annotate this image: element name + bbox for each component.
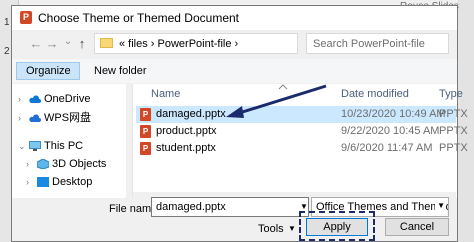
cube-icon (37, 159, 49, 169)
column-header-name[interactable]: Name (151, 88, 180, 100)
column-header-type[interactable]: Type (439, 88, 463, 100)
back-arrow-icon[interactable]: ← (28, 36, 44, 52)
tools-dropdown-icon[interactable]: ▼ (288, 222, 296, 236)
file-list: Name Date modified Type P damaged.pptx 1… (132, 84, 468, 198)
search-placeholder: Search PowerPoint-file (313, 38, 425, 50)
file-name-input[interactable]: damaged.pptx (151, 197, 309, 217)
cancel-button[interactable]: Cancel (385, 218, 449, 236)
cloud-icon (29, 95, 41, 103)
tools-button[interactable]: Tools (258, 222, 284, 236)
file-date: 9/22/2020 10:45 AM (341, 125, 440, 137)
sidebar-item-label: This PC (44, 140, 84, 152)
navigation-scrollbar[interactable] (126, 84, 130, 198)
sidebar-item-onedrive[interactable]: › OneDrive (12, 90, 130, 108)
row-number: 2 (4, 46, 10, 57)
file-date: 9/6/2020 11:47 AM (341, 142, 433, 154)
file-name: product.pptx (156, 125, 217, 137)
chevron-right-icon[interactable]: › (18, 109, 21, 127)
annotation-arrow-icon (226, 84, 327, 118)
apply-button[interactable]: Apply (306, 218, 368, 236)
pptx-file-icon: P (140, 142, 151, 155)
chevron-right-icon[interactable]: › (26, 155, 29, 173)
command-bar: Organize ▾ New folder (12, 59, 457, 93)
file-name: damaged.pptx (156, 108, 226, 120)
address-bar[interactable]: « files › PowerPoint-file › (94, 33, 298, 54)
breadcrumb: « files › PowerPoint-file › (119, 38, 239, 50)
chevron-down-icon[interactable]: ⌄ (18, 137, 26, 155)
file-date: 10/23/2020 10:49 AM (341, 108, 446, 120)
column-header-date[interactable]: Date modified (341, 88, 409, 100)
new-folder-button[interactable]: New folder (94, 62, 147, 80)
cloud-icon (29, 114, 41, 122)
search-input[interactable]: Search PowerPoint-file (306, 33, 449, 54)
row-number: 1 (4, 17, 10, 28)
chevron-right-icon[interactable]: › (26, 173, 29, 191)
powerpoint-icon: P (20, 11, 32, 24)
pptx-file-icon: P (140, 125, 151, 138)
chevron-down-icon: ▼ (435, 201, 445, 210)
file-name: student.pptx (156, 142, 216, 154)
pptx-file-icon: P (140, 108, 151, 121)
file-type: PPTX (439, 108, 468, 120)
choose-theme-dialog: P Choose Theme or Themed Document ← → ⌄ … (11, 5, 468, 242)
title-bar: P Choose Theme or Themed Document (12, 6, 457, 30)
sidebar-item-desktop[interactable]: › Desktop (12, 173, 130, 191)
file-row[interactable]: P student.pptx 9/6/2020 11:47 AM PPTX (136, 140, 468, 157)
sidebar-item-label: OneDrive (44, 93, 91, 105)
up-arrow-icon[interactable]: ↑ (74, 36, 90, 52)
forward-arrow-icon[interactable]: → (44, 36, 60, 52)
navigation-pane: › OneDrive › WPS网盘 ⌄ This PC › 3D Object… (12, 84, 130, 198)
organize-button[interactable]: Organize ▾ (16, 62, 80, 93)
sidebar-item-label: 3D Objects (52, 158, 107, 170)
dialog-title: Choose Theme or Themed Document (38, 11, 239, 25)
sidebar-item-this-pc[interactable]: ⌄ This PC (12, 137, 130, 155)
file-name-value: damaged.pptx (156, 201, 226, 213)
desktop-icon (37, 177, 49, 187)
chevron-right-icon[interactable]: › (18, 90, 21, 108)
file-row[interactable]: P product.pptx 9/22/2020 10:45 AM PPTX (136, 123, 468, 140)
sidebar-item-label: WPS网盘 (44, 112, 92, 124)
file-type: PPTX (439, 125, 468, 137)
sidebar-item-label: Desktop (52, 176, 93, 188)
sidebar-item-wps[interactable]: › WPS网盘 (12, 109, 130, 127)
computer-icon (29, 141, 41, 151)
sidebar-item-3d-objects[interactable]: › 3D Objects (12, 155, 130, 173)
file-type: PPTX (439, 142, 468, 154)
folder-icon (100, 38, 113, 48)
